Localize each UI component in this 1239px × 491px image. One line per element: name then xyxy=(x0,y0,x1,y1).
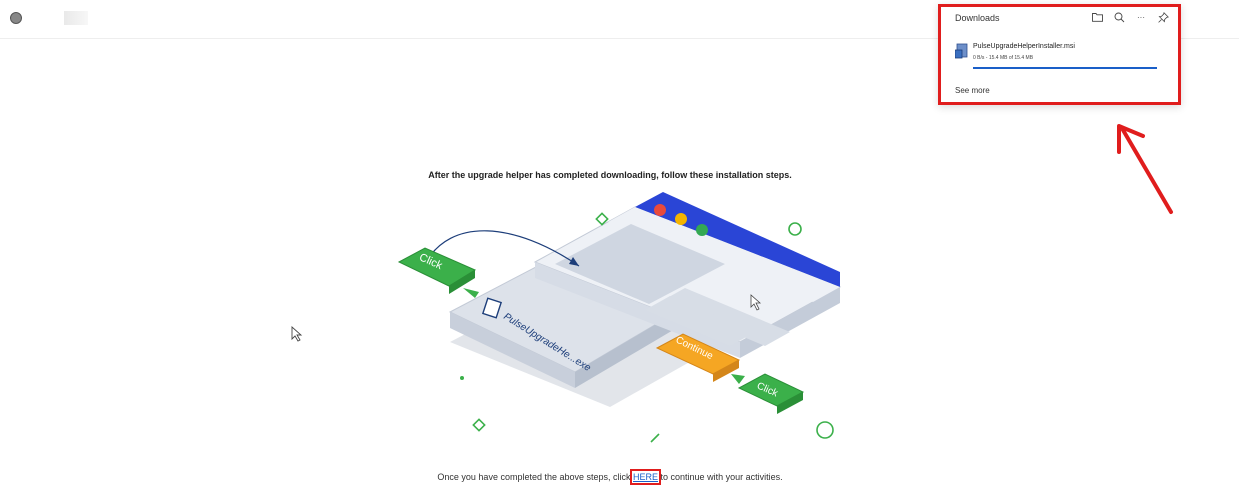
confetti-circle-icon xyxy=(788,222,802,236)
download-file-name: PulseUpgradeHelperInstaller.msi xyxy=(973,43,1075,50)
cursor-icon xyxy=(291,326,303,342)
instructions-heading: After the upgrade helper has completed d… xyxy=(428,170,792,180)
logo-seal-icon xyxy=(10,12,22,24)
confetti-dot-icon xyxy=(460,376,464,380)
pin-icon[interactable] xyxy=(1156,10,1170,24)
window-dot-green xyxy=(696,224,708,236)
annotation-arrow-icon xyxy=(1117,124,1173,214)
search-icon[interactable] xyxy=(1112,10,1126,24)
footer-text-after: to continue with your activities. xyxy=(658,472,783,482)
download-progress-bar xyxy=(973,67,1157,69)
downloads-title: Downloads xyxy=(955,13,1000,23)
downloads-toolbar: ··· xyxy=(1090,10,1170,24)
more-icon[interactable]: ··· xyxy=(1134,10,1148,24)
here-link[interactable]: HERE xyxy=(630,469,662,485)
continue-instructions: Once you have completed the above steps,… xyxy=(330,469,890,485)
click-button-left-drawing xyxy=(397,247,479,298)
window-dot-red xyxy=(654,204,666,216)
installation-illustration: Click PulseUpgradeHe...exe Continue Clic… xyxy=(397,192,842,443)
see-more-link[interactable]: See more xyxy=(955,86,990,95)
downloads-panel: Downloads ··· PulseUpgradeHelperInstalle… xyxy=(938,4,1181,105)
footer-text-before: Once you have completed the above steps,… xyxy=(437,472,634,482)
confetti-diamond-icon xyxy=(472,418,486,432)
redacted-block xyxy=(64,11,88,25)
installer-file-icon xyxy=(955,43,968,59)
download-progress-fill xyxy=(973,67,1157,69)
site-logo[interactable] xyxy=(10,11,88,25)
window-dot-yellow xyxy=(675,213,687,225)
download-status: 0 B/s - 15.4 MB of 15.4 MB xyxy=(973,55,1034,61)
confetti-circle-icon xyxy=(816,421,834,439)
confetti-line-icon xyxy=(650,433,660,443)
download-item[interactable]: PulseUpgradeHelperInstaller.msi 0 B/s - … xyxy=(955,41,1171,75)
folder-icon[interactable] xyxy=(1090,10,1104,24)
